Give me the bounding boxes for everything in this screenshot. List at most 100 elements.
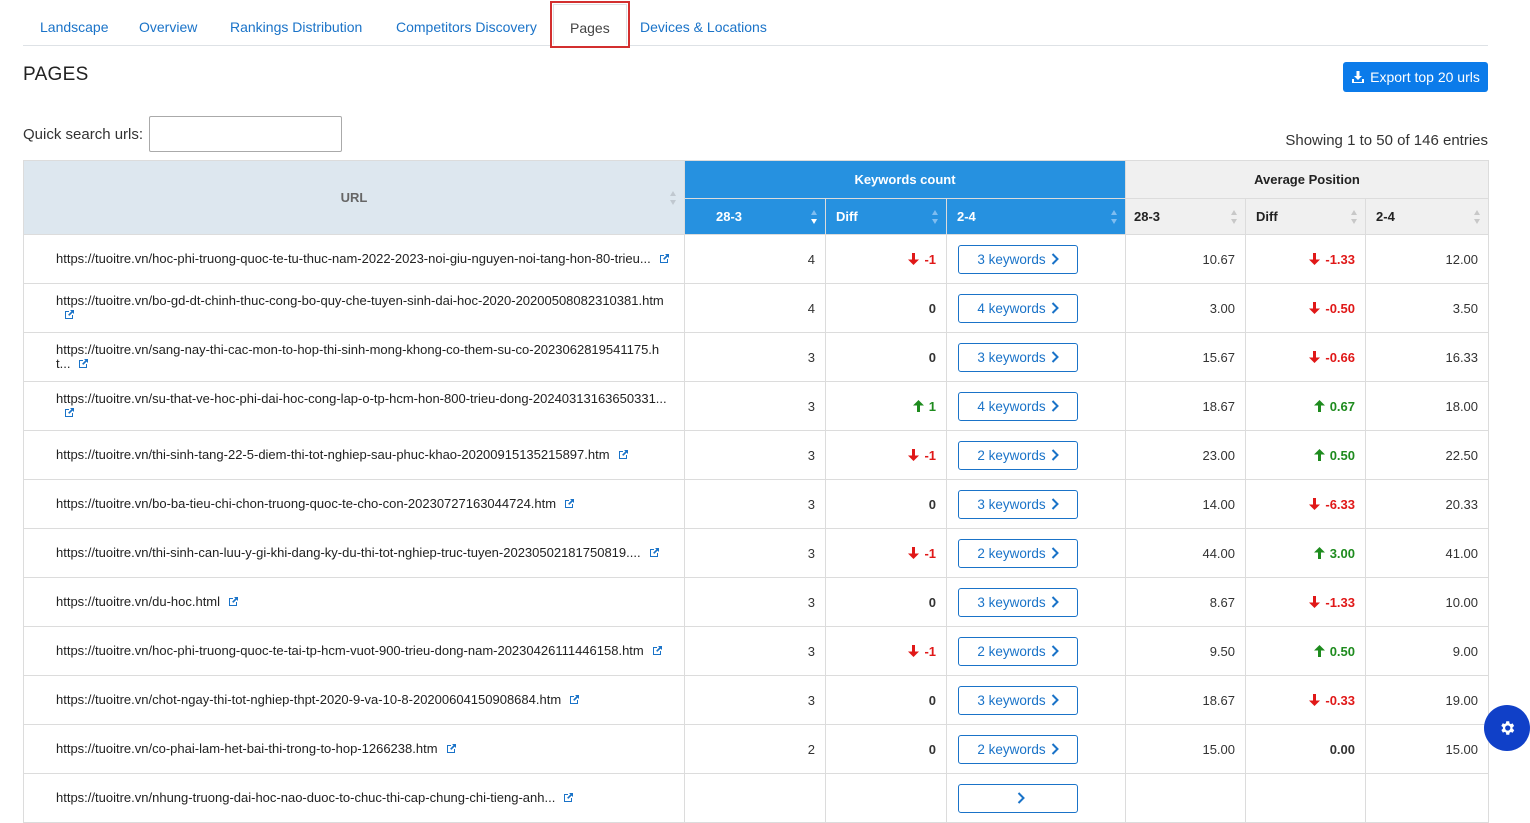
- pos-second-cell: 22.50: [1365, 430, 1490, 480]
- table-row: https://tuoitre.vn/su-that-ve-hoc-phi-da…: [23, 381, 1490, 431]
- external-link-icon[interactable]: [618, 449, 629, 460]
- kw-diff-cell: 0: [825, 479, 947, 529]
- pos-second-cell: 16.33: [1365, 332, 1490, 382]
- settings-button[interactable]: [1484, 705, 1530, 751]
- sort-icon: [1351, 209, 1358, 224]
- url-column-header[interactable]: URL: [23, 160, 685, 235]
- url-link[interactable]: https://tuoitre.vn/thi-sinh-can-luu-y-gi…: [56, 545, 641, 560]
- kw-first-column-header[interactable]: 28-3: [684, 198, 826, 235]
- url-cell: https://tuoitre.vn/hoc-phi-truong-quoc-t…: [23, 626, 685, 676]
- url-cell: https://tuoitre.vn/bo-gd-dt-chinh-thuc-c…: [23, 283, 685, 333]
- keywords-button[interactable]: 2 keywords: [958, 440, 1078, 470]
- pos-first-cell: 3.00: [1125, 283, 1247, 333]
- pos-second-cell: 15.00: [1365, 724, 1490, 774]
- tab-landscape[interactable]: Landscape: [40, 19, 109, 35]
- keywords-button[interactable]: 2 keywords: [958, 538, 1078, 568]
- tab-competitors-discovery[interactable]: Competitors Discovery: [396, 19, 537, 35]
- arrow-down-icon: [908, 546, 920, 559]
- arrow-down-icon: [1309, 497, 1321, 510]
- pos-first-cell: 14.00: [1125, 479, 1247, 529]
- url-link[interactable]: https://tuoitre.vn/nhung-truong-dai-hoc-…: [56, 790, 555, 805]
- sort-icon: [932, 209, 938, 224]
- pos-second-cell: [1365, 773, 1490, 823]
- kw-diff-value: 0: [928, 300, 936, 316]
- url-link[interactable]: https://tuoitre.vn/bo-gd-dt-chinh-thuc-c…: [56, 293, 664, 308]
- external-link-icon[interactable]: [64, 407, 75, 418]
- tab-pages[interactable]: Pages: [553, 4, 627, 45]
- url-link[interactable]: https://tuoitre.vn/hoc-phi-truong-quoc-t…: [56, 251, 651, 266]
- url-link[interactable]: https://tuoitre.vn/bo-ba-tieu-chi-chon-t…: [56, 496, 556, 511]
- keywords-cell: 2 keywords: [945, 724, 1127, 774]
- url-header-label: URL: [340, 190, 368, 205]
- kw-diff-cell: -1: [825, 234, 947, 284]
- url-link[interactable]: https://tuoitre.vn/su-that-ve-hoc-phi-da…: [56, 391, 667, 406]
- keywords-button[interactable]: 3 keywords: [958, 489, 1078, 519]
- kw-diff-value: 0: [928, 594, 936, 610]
- pos-second-column-header[interactable]: 2-4: [1365, 198, 1490, 235]
- keywords-button-label: 3 keywords: [977, 692, 1046, 708]
- keywords-button[interactable]: [958, 783, 1078, 813]
- pos-diff-value: 3.00: [1329, 545, 1356, 561]
- keywords-button-label: 2 keywords: [977, 741, 1046, 757]
- kw-diff-column-header[interactable]: Diff: [825, 198, 947, 235]
- url-link[interactable]: https://tuoitre.vn/du-hoc.html: [56, 594, 220, 609]
- kw-diff-cell: -1: [825, 528, 947, 578]
- kw-diff-cell: [825, 773, 947, 823]
- url-link[interactable]: https://tuoitre.vn/thi-sinh-tang-22-5-di…: [56, 447, 610, 462]
- external-link-icon[interactable]: [652, 645, 663, 656]
- keywords-button[interactable]: 4 keywords: [958, 391, 1078, 421]
- external-link-icon[interactable]: [446, 743, 457, 754]
- kw-second-header-label: 2-4: [957, 209, 976, 224]
- arrow-down-icon: [1309, 350, 1321, 363]
- chevron-right-icon: [1051, 351, 1059, 363]
- pos-diff-cell: -0.33: [1245, 675, 1367, 725]
- pos-diff-value: 0.50: [1329, 643, 1356, 659]
- keywords-button[interactable]: 2 keywords: [958, 636, 1078, 666]
- keywords-button[interactable]: 3 keywords: [958, 244, 1078, 274]
- kw-first-cell: 3: [684, 381, 826, 431]
- pos-first-header-label: 28-3: [1134, 209, 1161, 224]
- external-link-icon[interactable]: [78, 358, 89, 369]
- pos-diff-value: -1.33: [1325, 594, 1356, 610]
- keywords-button[interactable]: 3 keywords: [958, 342, 1078, 372]
- arrow-up-icon: [1313, 644, 1325, 657]
- external-link-icon[interactable]: [564, 498, 575, 509]
- pos-diff-column-header[interactable]: Diff: [1245, 198, 1367, 235]
- keywords-button[interactable]: 3 keywords: [958, 685, 1078, 715]
- url-link[interactable]: https://tuoitre.vn/co-phai-lam-het-bai-t…: [56, 741, 438, 756]
- keywords-button[interactable]: 4 keywords: [958, 293, 1078, 323]
- external-link-icon[interactable]: [563, 792, 574, 803]
- kw-diff-value: 0: [928, 692, 936, 708]
- external-link-icon[interactable]: [64, 309, 75, 320]
- keywords-button[interactable]: 3 keywords: [958, 587, 1078, 617]
- external-link-icon[interactable]: [569, 694, 580, 705]
- url-link[interactable]: https://tuoitre.vn/chot-ngay-thi-tot-ngh…: [56, 692, 561, 707]
- table-row: https://tuoitre.vn/chot-ngay-thi-tot-ngh…: [23, 675, 1490, 725]
- keywords-button-label: 4 keywords: [977, 300, 1046, 316]
- kw-second-column-header[interactable]: 2-4: [945, 198, 1127, 235]
- sort-icon: [670, 190, 676, 205]
- kw-diff-value: -1: [924, 447, 936, 463]
- external-link-icon[interactable]: [649, 547, 660, 558]
- kw-diff-cell: 0: [825, 724, 947, 774]
- url-link[interactable]: https://tuoitre.vn/hoc-phi-truong-quoc-t…: [56, 643, 644, 658]
- external-link-icon[interactable]: [659, 253, 670, 264]
- tab-overview[interactable]: Overview: [139, 19, 197, 35]
- pages-table: URL Keywords count Average Position 28-3…: [23, 160, 1490, 823]
- keywords-count-group-header: Keywords count: [683, 160, 1127, 199]
- external-link-icon[interactable]: [228, 596, 239, 607]
- search-input[interactable]: [149, 116, 342, 152]
- tab-rankings-distribution[interactable]: Rankings Distribution: [230, 19, 362, 35]
- kw-diff-value: -1: [924, 545, 936, 561]
- tab-devices-locations[interactable]: Devices & Locations: [640, 19, 767, 35]
- pos-first-cell: 8.67: [1125, 577, 1247, 627]
- keywords-button-label: 3 keywords: [977, 594, 1046, 610]
- keywords-button[interactable]: 2 keywords: [958, 734, 1078, 764]
- url-link[interactable]: https://tuoitre.vn/sang-nay-thi-cac-mon-…: [56, 342, 659, 371]
- kw-diff-value: 0: [928, 349, 936, 365]
- export-button[interactable]: Export top 20 urls: [1343, 62, 1488, 92]
- pos-diff-cell: 0.00: [1245, 724, 1367, 774]
- pos-first-column-header[interactable]: 28-3: [1125, 198, 1247, 235]
- arrow-down-icon: [1309, 693, 1321, 706]
- pos-diff-cell: 0.50: [1245, 626, 1367, 676]
